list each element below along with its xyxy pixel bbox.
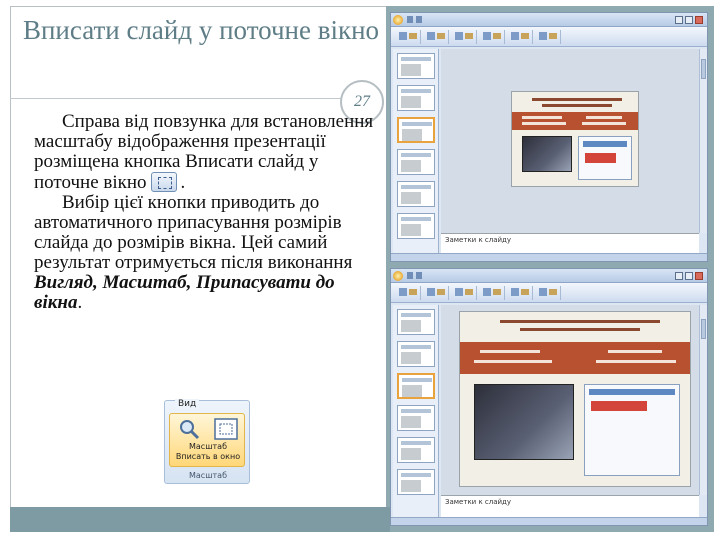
screenshot-bottom: Заметки к слайду [390,268,708,526]
slide-thumbnail[interactable] [397,213,435,239]
slide-image [584,384,680,476]
window-titlebar [391,13,707,27]
paragraph-2-end: . [77,292,83,313]
ribbon-group-icon[interactable] [479,286,505,300]
ribbon-group-icon[interactable] [507,286,533,300]
minimize-icon[interactable] [675,272,683,280]
save-icon[interactable] [407,16,413,23]
close-icon[interactable] [695,272,703,280]
slide-canvas [441,49,699,233]
maximize-icon[interactable] [685,16,693,24]
slide-thumbnail[interactable] [397,85,435,111]
screenshot-top: Заметки к слайду [390,12,708,262]
close-icon[interactable] [695,16,703,24]
ribbon-zoom-group: Вид Масштаб Вписать в окно Масштаб [164,399,250,484]
undo-icon[interactable] [416,16,422,23]
slide-canvas [441,305,699,495]
slide-band [460,342,690,374]
slide-image [522,136,572,172]
window-ribbon [391,27,707,47]
slide-thumbnail[interactable] [397,309,435,335]
paragraph-1: Справа від повзунка для встановлення мас… [34,112,382,193]
slide-thumbnail[interactable] [397,469,435,495]
fit-window-icon [214,418,238,440]
vertical-scrollbar[interactable] [699,305,707,495]
paragraph-2-text: Вибір цієї кнопки приводить до автоматич… [34,192,353,273]
ribbon-group-icon[interactable] [451,30,477,44]
zoom-fit-button[interactable]: Масштаб Вписать в окно [169,413,245,467]
slide-body: Справа від повзунка для встановлення мас… [34,112,382,313]
vertical-scrollbar[interactable] [699,49,707,233]
slide-thumbnails [393,49,439,255]
paragraph-2: Вибір цієї кнопки приводить до автоматич… [34,193,382,313]
title-divider [10,98,360,99]
magnifier-icon [180,420,200,440]
save-icon[interactable] [407,272,413,279]
scroll-thumb[interactable] [701,59,706,79]
slide-thumbnail[interactable] [397,117,435,143]
notes-placeholder: Заметки к слайду [445,498,512,506]
ribbon-group-icon[interactable] [395,286,421,300]
notes-placeholder: Заметки к слайду [445,236,512,244]
slide-thumbnail[interactable] [397,149,435,175]
slide-image [578,136,632,180]
slide-thumbnail[interactable] [397,405,435,431]
slide-preview[interactable] [459,311,691,487]
ribbon-group-icon[interactable] [395,30,421,44]
ribbon-group-icon[interactable] [423,30,449,44]
maximize-icon[interactable] [685,272,693,280]
slide-thumbnail[interactable] [397,53,435,79]
ribbon-group-label: Масштаб [188,471,228,480]
status-bar [391,253,707,261]
slide-preview[interactable] [511,91,639,187]
status-bar [391,517,707,525]
fit-to-window-icon [150,172,177,192]
slide-thumbnails [393,305,439,519]
slide-title: Вписати слайд у поточне вікно [22,15,380,45]
ribbon-tab-view[interactable]: Вид [175,399,200,409]
ribbon-group-icon[interactable] [535,30,561,44]
paragraph-1-end: . [180,172,186,193]
scroll-thumb[interactable] [701,319,706,339]
undo-icon[interactable] [416,272,422,279]
slide-thumbnail[interactable] [397,181,435,207]
ribbon-group-icon[interactable] [535,286,561,300]
slide-band [512,112,638,130]
slide-image [474,384,574,460]
minimize-icon[interactable] [675,16,683,24]
office-button-icon[interactable] [393,15,403,25]
paragraph-1-text: Справа від повзунка для встановлення мас… [34,111,374,193]
slide-thumbnail[interactable] [397,341,435,367]
slide-thumbnail[interactable] [397,373,435,399]
bottom-decor-band [10,507,390,532]
window-titlebar [391,269,707,283]
notes-pane[interactable]: Заметки к слайду [441,495,699,517]
ribbon-group-icon[interactable] [479,30,505,44]
ribbon-group-icon[interactable] [423,286,449,300]
ribbon-group-icon[interactable] [507,30,533,44]
slide-thumbnail[interactable] [397,437,435,463]
ribbon-group-icon[interactable] [451,286,477,300]
window-ribbon [391,283,707,303]
zoom-fit-button-label: Масштаб Вписать в окно [175,442,241,461]
notes-pane[interactable]: Заметки к слайду [441,233,699,253]
office-button-icon[interactable] [393,271,403,281]
